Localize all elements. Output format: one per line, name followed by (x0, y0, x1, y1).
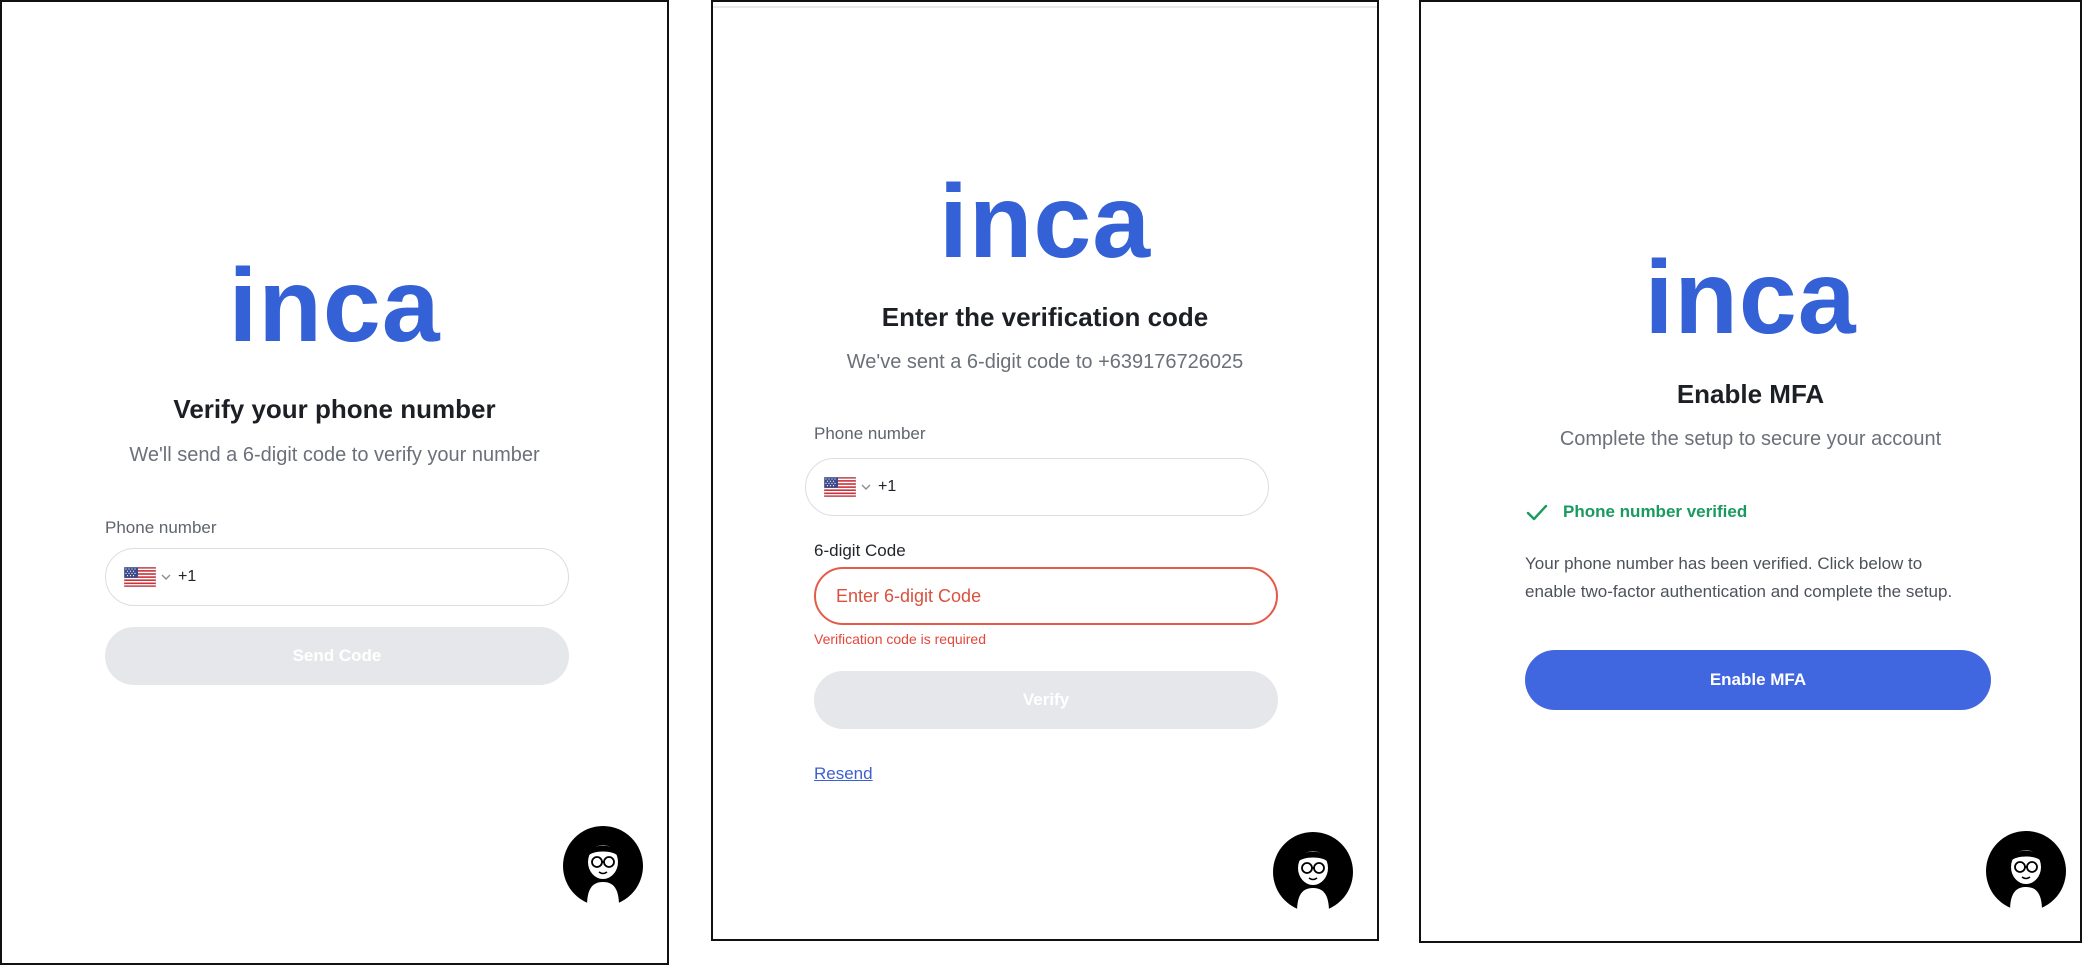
chevron-down-icon (860, 481, 872, 493)
verification-code-screen: inca Enter the verification code We've s… (711, 0, 1379, 941)
inca-logo: inca (1644, 240, 1857, 356)
description-line: enable two-factor authentication and com… (1525, 582, 1953, 601)
description-text: Your phone number has been verified. Cli… (1525, 550, 2045, 606)
phone-number-label: Phone number (105, 518, 217, 537)
support-avatar-icon[interactable] (1273, 832, 1353, 912)
status-text: Phone number verified (1563, 502, 1748, 521)
page-title: Verify your phone number (173, 394, 496, 424)
description-line: Your phone number has been verified. Cli… (1525, 554, 1923, 573)
dial-code: +1 (178, 568, 197, 585)
code-label: 6-digit Code (814, 541, 906, 560)
resend-link[interactable]: Resend (814, 764, 873, 784)
us-flag-icon (824, 477, 856, 497)
inca-logo: inca (228, 248, 441, 364)
check-icon (1526, 504, 1548, 521)
verify-button[interactable]: Verify (814, 671, 1278, 729)
page-title: Enable MFA (1676, 379, 1825, 409)
chevron-down-icon (160, 571, 172, 583)
phone-input[interactable] (204, 567, 568, 587)
send-code-button[interactable]: Send Code (105, 627, 569, 685)
support-avatar-icon[interactable] (563, 826, 643, 906)
code-placeholder: Enter 6-digit Code (836, 585, 982, 606)
page-subtitle: We'll send a 6-digit code to verify your… (129, 444, 540, 466)
inca-logo: inca (938, 164, 1152, 280)
phone-number-field[interactable]: +1 (105, 548, 569, 606)
verification-status: Phone number verified (1525, 500, 1747, 524)
support-avatar-icon[interactable] (1986, 831, 2066, 911)
country-select[interactable] (824, 477, 872, 497)
enable-mfa-button[interactable]: Enable MFA (1525, 650, 1991, 710)
us-flag-icon (124, 567, 156, 587)
phone-number-field[interactable]: +1 (805, 458, 1269, 516)
page-subtitle: Complete the setup to secure your accoun… (1559, 428, 1942, 450)
dial-code: +1 (878, 478, 897, 495)
phone-input[interactable] (904, 477, 1268, 497)
phone-number-label: Phone number (814, 424, 926, 443)
page-subtitle: We've sent a 6-digit code to +6391767260… (846, 351, 1244, 373)
verification-code-input[interactable]: Enter 6-digit Code (814, 567, 1278, 625)
country-select[interactable] (124, 567, 172, 587)
verify-phone-screen: inca Verify your phone number We'll send… (0, 0, 669, 965)
page-title: Enter the verification code (881, 302, 1209, 332)
code-error-message: Verification code is required (814, 631, 986, 647)
divider (713, 6, 1377, 8)
enable-mfa-screen: inca Enable MFA Complete the setup to se… (1419, 0, 2082, 943)
